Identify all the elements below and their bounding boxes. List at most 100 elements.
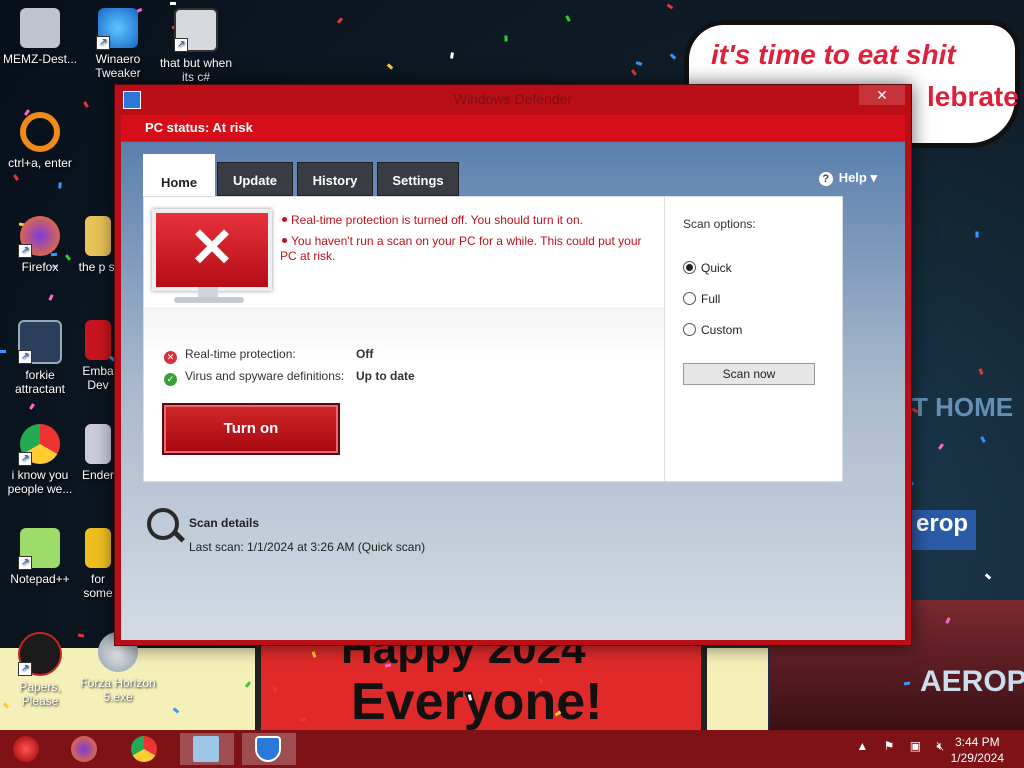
desktop-icon-label: Emba Dev [82, 364, 114, 392]
start-button[interactable] [0, 733, 54, 765]
confetti-piece [504, 35, 508, 42]
desktop-icon-forkie[interactable]: ↗ forkie attractant [0, 320, 80, 396]
wallpaper-sign-aeropos: AEROPOS [920, 665, 1024, 698]
desktop-icon-csharp[interactable]: ↗ that but when its c# [156, 8, 236, 84]
app-icon [85, 528, 111, 568]
confetti-piece [83, 101, 89, 108]
confetti-piece [984, 573, 992, 580]
radio-icon [683, 323, 696, 336]
scan-option-full[interactable]: Full [683, 292, 720, 306]
network-icon[interactable]: ▣ [910, 739, 921, 753]
desktop-icon-firefox[interactable]: ↗ Firefox [0, 216, 80, 274]
desktop-icon-notepad[interactable]: ↗ Notepad++ [0, 528, 80, 586]
taskbar-chrome[interactable] [118, 733, 172, 765]
system-tray: ▲ ⚑ ▣ 🔇︎ [844, 739, 944, 754]
wallpaper-sign-home: T HOME [912, 392, 1014, 422]
window-stack-icon: ↗ [174, 8, 218, 52]
desktop-icon-label: that but when its c# [159, 56, 233, 84]
confetti-piece [631, 69, 637, 76]
close-button[interactable]: ✕ [859, 85, 905, 105]
scan-option-custom[interactable]: Custom [683, 323, 742, 337]
taskbar-defender[interactable] [242, 733, 296, 765]
pc-status-bar: PC status: At risk [121, 115, 905, 141]
monitor-base [174, 297, 244, 303]
defender-client: Home Update History Settings ? Help ▾ ✕ R… [121, 141, 905, 640]
desktop-icon-papers-please[interactable]: ↗ Papers, Please [0, 632, 80, 708]
tab-history[interactable]: History [297, 162, 373, 196]
realtime-protection-row: ✕ Real-time protection: Off [164, 347, 373, 364]
desktop-icon-ctrl-a[interactable]: ctrl+a, enter [0, 112, 80, 170]
desktop-icon-label: MEMZ-Dest... [3, 52, 77, 66]
confetti-piece [978, 368, 984, 375]
recycle-bin-icon [20, 8, 60, 48]
help-icon: ? [818, 172, 833, 186]
wallpaper-sign-erop: erop [912, 510, 976, 550]
tab-home[interactable]: Home [143, 154, 215, 198]
ender-icon [85, 424, 111, 464]
bubble-text: it's time to eat shit [711, 39, 956, 70]
confetti-piece [169, 1, 177, 6]
magnifier-handle [172, 530, 186, 543]
defender-icon [255, 736, 281, 762]
scan-now-button[interactable]: Scan now [683, 363, 815, 385]
scan-details-title: Scan details [189, 516, 260, 530]
scan-options-title: Scan options: [683, 217, 756, 231]
confetti-piece [13, 174, 19, 181]
last-scan-text: Last scan: 1/1/2024 at 3:26 AM (Quick sc… [189, 540, 426, 554]
desktop-icon-label: the p sl [78, 260, 118, 274]
tray-expand-icon[interactable]: ▲ [856, 739, 868, 753]
tab-settings[interactable]: Settings [377, 162, 459, 196]
confetti-piece [336, 17, 344, 24]
desktop-icon-label: Notepad++ [10, 572, 70, 586]
alert-list: Real-time protection is turned off. You … [280, 213, 660, 270]
alert-item: Real-time protection is turned off. You … [280, 213, 660, 228]
confetti-piece [975, 231, 979, 238]
poster-line2: Everyone! [351, 673, 603, 731]
desktop-icon-label: Papers, Please [19, 680, 61, 708]
taskbar-firefox[interactable] [58, 733, 112, 765]
radio-selected-icon [683, 261, 696, 274]
definitions-row: ✓ Virus and spyware definitions: Up to da… [164, 369, 415, 386]
desktop-icon-chrome[interactable]: ↗ i know you people we... [0, 424, 80, 496]
firefox-icon [71, 736, 97, 762]
scan-option-quick[interactable]: Quick [683, 261, 732, 275]
x-mark-icon: ✕ [189, 218, 235, 278]
ring-icon [20, 112, 60, 152]
winaero-tweaker-icon: ↗ [96, 8, 138, 50]
taskbar-control-panel[interactable] [180, 733, 234, 765]
desktop-icon-label: Forza Horizon 5.exe [80, 676, 156, 704]
check-icon: ✓ [164, 373, 177, 386]
volume-muted-icon[interactable]: 🔇︎ [936, 739, 944, 753]
pc-status-text: PC status: At risk [145, 120, 253, 135]
folder-icon [85, 216, 111, 256]
title-bar[interactable]: Windows Defender ✕ [115, 85, 911, 113]
scan-options-pane: Scan options: Quick Full Custom Scan now [664, 197, 843, 481]
error-icon: ✕ [164, 351, 177, 364]
embarcadero-icon [85, 320, 111, 360]
defender-window: Windows Defender ✕ PC status: At risk Ho… [114, 84, 912, 646]
window-title: Windows Defender [453, 91, 573, 107]
desktop-icon-embarcadero[interactable]: Emba Dev [78, 320, 118, 392]
radio-icon [683, 292, 696, 305]
confetti-piece [980, 436, 986, 443]
confetti-piece [666, 3, 674, 10]
flag-icon[interactable]: ⚑ [884, 739, 895, 753]
turn-on-button[interactable]: Turn on [162, 403, 340, 455]
desktop-icon-label: for some [83, 572, 113, 600]
confetti-piece [450, 52, 454, 59]
desktop-icon-label: Winaero Tweaker [95, 52, 141, 80]
desktop-icon-folder[interactable]: the p sl [78, 216, 118, 274]
confetti-piece [635, 61, 643, 66]
desktop-icon-winaero[interactable]: ↗ Winaero Tweaker [78, 8, 158, 80]
clock[interactable]: 3:44 PM 1/29/2024 [951, 734, 1004, 766]
start-orb-icon [13, 736, 39, 762]
tab-update[interactable]: Update [217, 162, 293, 196]
confetti-piece [29, 403, 35, 410]
desktop-icon-memz[interactable]: MEMZ-Dest... [0, 8, 80, 66]
confetti-piece [48, 294, 54, 301]
confetti-piece [299, 717, 307, 722]
desktop-icon-for-some[interactable]: for some [78, 528, 118, 600]
home-panel: ✕ Real-time protection is turned off. Yo… [143, 196, 843, 482]
desktop-icon-ender[interactable]: Ender [78, 424, 118, 482]
help-menu[interactable]: ? Help ▾ [818, 170, 877, 186]
